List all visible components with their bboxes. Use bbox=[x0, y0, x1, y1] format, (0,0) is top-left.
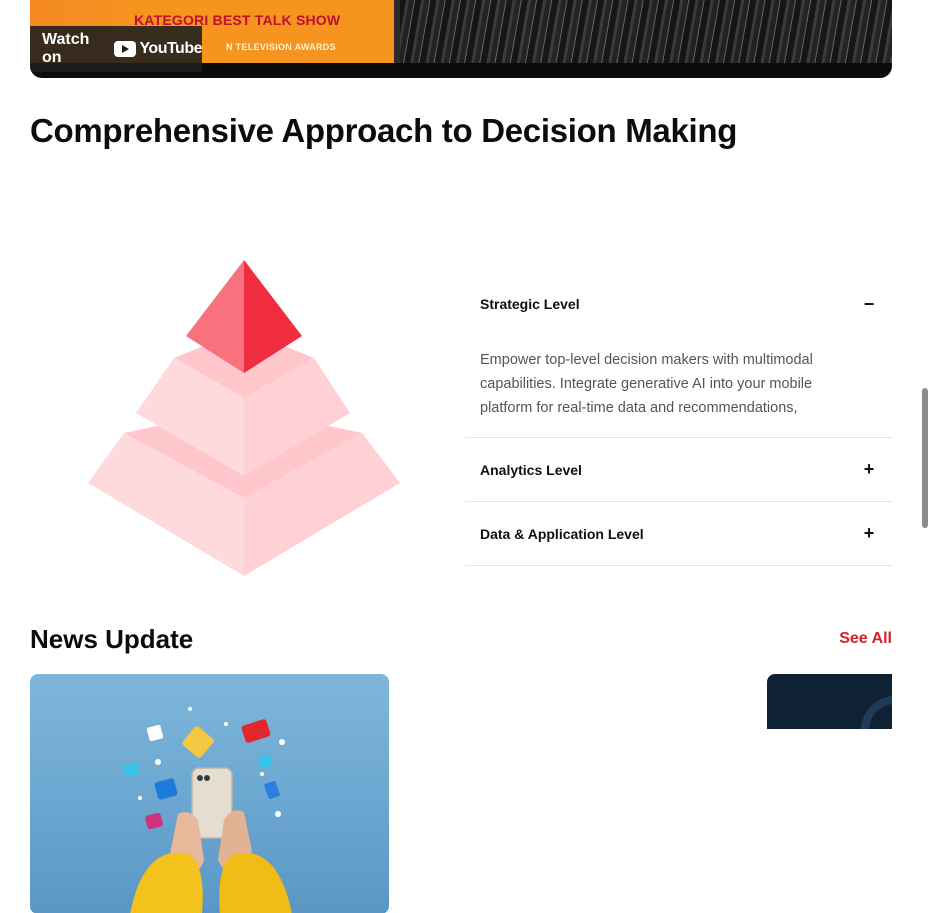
accordion-item-strategic: Strategic Level − Empower top-level deci… bbox=[465, 272, 892, 438]
news-card-thumbnail bbox=[861, 696, 892, 729]
collapse-icon[interactable]: − bbox=[861, 294, 877, 315]
accordion-title: Strategic Level bbox=[480, 296, 580, 312]
decision-levels-accordion: Strategic Level − Empower top-level deci… bbox=[465, 272, 892, 566]
accordion-header-data-application[interactable]: Data & Application Level + bbox=[465, 502, 892, 565]
scrollbar-thumb[interactable] bbox=[922, 388, 928, 528]
accordion-title: Analytics Level bbox=[480, 461, 582, 478]
expand-icon[interactable]: + bbox=[861, 523, 877, 544]
thumbs-up-app-icon bbox=[264, 780, 280, 800]
news-card-image-partial[interactable] bbox=[767, 674, 892, 729]
accordion-item-data-application: Data & Application Level + bbox=[465, 502, 892, 566]
watch-on-label: Watch on bbox=[42, 31, 90, 66]
twitter-app-icon bbox=[260, 756, 272, 768]
thumbnail-photo bbox=[400, 0, 892, 63]
accordion-body: Empower top-level decision makers with m… bbox=[480, 352, 813, 416]
social-media-phone-image bbox=[123, 707, 292, 913]
facebook-app-icon bbox=[154, 778, 178, 800]
thumbnail-subline: N TELEVISION AWARDS bbox=[226, 42, 336, 52]
news-section-title: News Update bbox=[30, 624, 194, 654]
right-sleeve bbox=[219, 852, 292, 913]
accordion-header-analytics[interactable]: Analytics Level + bbox=[465, 438, 892, 501]
see-all-link[interactable]: See All bbox=[839, 630, 892, 648]
expand-icon[interactable]: + bbox=[861, 459, 877, 480]
youtube-wordmark: YouTube bbox=[139, 40, 202, 57]
accordion-header-strategic[interactable]: Strategic Level − bbox=[465, 272, 892, 336]
section-title: Comprehensive Approach to Decision Makin… bbox=[30, 112, 738, 149]
watch-on-youtube-button[interactable]: Watch on YouTube bbox=[30, 26, 202, 72]
accordion-item-analytics: Analytics Level + bbox=[465, 438, 892, 502]
left-sleeve bbox=[130, 852, 203, 913]
youtube-play-icon bbox=[114, 41, 137, 57]
news-card-image[interactable] bbox=[30, 674, 389, 913]
like-app-icon bbox=[182, 726, 214, 758]
page-scrollbar[interactable] bbox=[921, 388, 929, 528]
youtube-logo: YouTube bbox=[114, 40, 202, 58]
pyramid-illustration bbox=[88, 260, 400, 576]
heart-app-icon bbox=[146, 724, 164, 742]
youtube-app-icon bbox=[241, 719, 271, 743]
video-embed[interactable]: KATEGORI BEST TALK SHOW N TELEVISION AWA… bbox=[30, 0, 892, 78]
accordion-title: Data & Application Level bbox=[480, 525, 644, 542]
chat-app-icon bbox=[123, 763, 139, 777]
instagram-app-icon bbox=[145, 812, 163, 830]
